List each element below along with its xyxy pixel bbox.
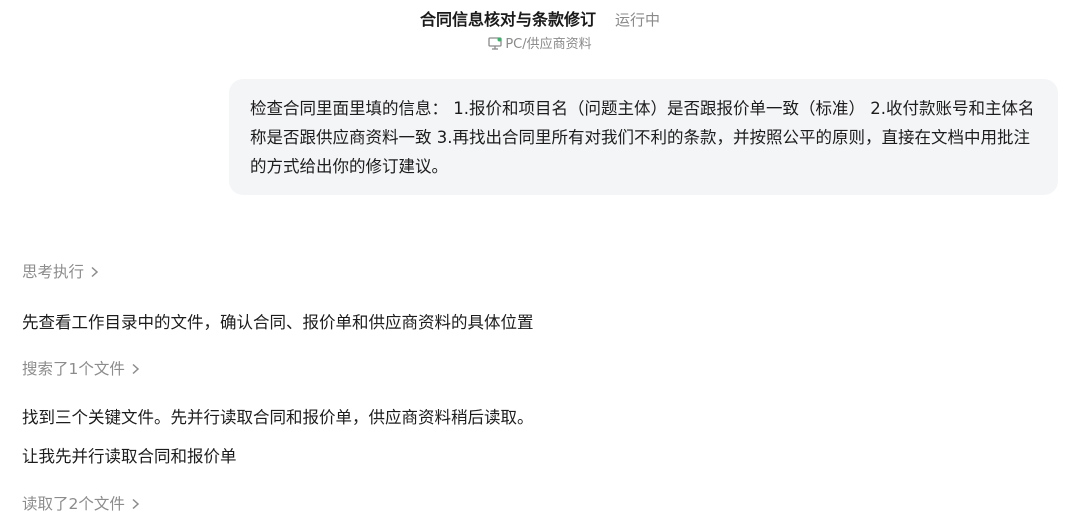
user-message-text: 检查合同里面里填的信息： 1.报价和项目名（问题主体）是否跟报价单一致（标准） … bbox=[250, 99, 1035, 176]
thinking-label: 思考执行 bbox=[22, 263, 85, 281]
status-badge: 运行中 bbox=[615, 11, 661, 29]
assistant-message: 找到三个关键文件。先并行读取合同和报价单，供应商资料稍后读取。 bbox=[22, 408, 534, 427]
assistant-message: 先查看工作目录中的文件，确认合同、报价单和供应商资料的具体位置 bbox=[22, 313, 534, 332]
assistant-message: 让我先并行读取合同和报价单 bbox=[22, 447, 237, 466]
conversation-title: 合同信息核对与条款修订 bbox=[419, 10, 596, 29]
search-step-label: 搜索了1个文件 bbox=[22, 360, 125, 378]
chevron-right-icon bbox=[90, 264, 99, 282]
read-step-label: 读取了2个文件 bbox=[22, 495, 125, 513]
chevron-right-icon bbox=[131, 361, 140, 379]
user-message-bubble: 检查合同里面里填的信息： 1.报价和项目名（问题主体）是否跟报价单一致（标准） … bbox=[229, 79, 1058, 195]
workspace-path[interactable]: PC/供应商资料 bbox=[0, 33, 1080, 54]
search-step-toggle[interactable]: 搜索了1个文件 bbox=[22, 357, 140, 379]
chat-header: 合同信息核对与条款修订 运行中 PC/供应商资料 bbox=[0, 0, 1080, 60]
workspace-label: PC/供应商资料 bbox=[505, 37, 592, 52]
title-row: 合同信息核对与条款修订 运行中 bbox=[0, 6, 1080, 30]
chevron-right-icon bbox=[131, 496, 140, 514]
monitor-icon bbox=[488, 37, 502, 54]
thinking-toggle[interactable]: 思考执行 bbox=[22, 260, 99, 282]
read-step-toggle[interactable]: 读取了2个文件 bbox=[22, 492, 140, 514]
